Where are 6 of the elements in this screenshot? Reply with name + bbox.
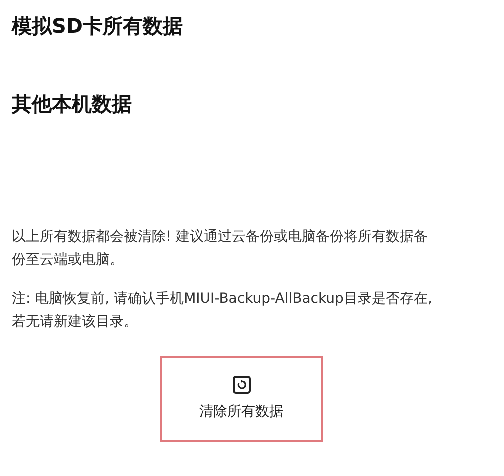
refresh-icon (232, 376, 250, 394)
section-title: 其他本机数据 (12, 91, 133, 118)
warning-text: 以上所有数据都会被清除! 建议通过云备份或电脑备份将所有数据备份至云端或电脑。 (12, 228, 430, 270)
note-text: 注: 电脑恢复前, 请确认手机MIUI-Backup-AllBackup目录是否存在, 若无请新建该目录。 (12, 290, 434, 332)
clear-data-button[interactable]: 清除所有数据 (160, 356, 323, 442)
section-title: 模拟SD卡所有数据 (12, 13, 184, 40)
